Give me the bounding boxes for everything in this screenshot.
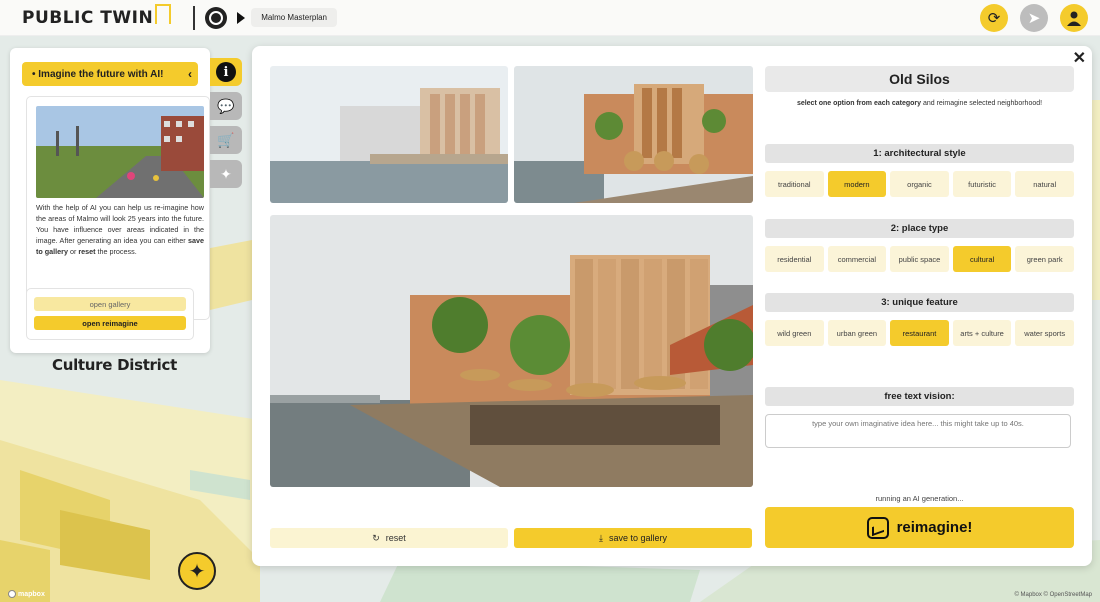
category-heading-architectural-style: 1: architectural style [765,144,1074,163]
mapbox-logo-text: mapbox [18,590,45,598]
logo-house-icon [155,3,172,24]
save-label: save to gallery [608,533,667,543]
open-reimagine-button[interactable]: open reimagine [34,316,186,330]
top-actions: ⟳ ➤ [980,4,1088,32]
save-to-gallery-button[interactable]: ⤓ save to gallery [514,528,752,548]
free-text-input[interactable] [765,414,1071,448]
generated-main-image[interactable] [270,215,753,487]
street-photo [36,106,204,198]
close-icon[interactable]: ✕ [1073,48,1086,68]
option-arts-culture[interactable]: arts + culture [952,320,1012,346]
option-wild-green[interactable]: wild green [765,320,824,346]
option-natural[interactable]: natural [1015,171,1074,197]
panel-description: With the help of AI you can help us re-i… [36,202,204,257]
panel-header-text: • Imagine the future with AI! [32,68,164,80]
locate-button[interactable]: ➤ [1020,4,1048,32]
generation-status: running an AI generation... [875,494,964,503]
option-futuristic[interactable]: futuristic [952,171,1012,197]
open-gallery-button[interactable]: open gallery [34,297,186,311]
refresh-icon: ⟳ [987,10,1001,27]
reset-label: reset [385,533,406,543]
user-icon [1067,11,1081,26]
category-heading-unique-feature: 3: unique feature [765,293,1074,312]
desc-text-1: With the help of AI you can help us re-i… [36,203,204,245]
info-card: With the help of AI you can help us re-i… [26,96,210,320]
category-heading-place-type: 2: place type [765,219,1074,238]
option-organic[interactable]: organic [890,171,949,197]
play-icon [237,11,246,24]
option-traditional[interactable]: traditional [765,171,824,197]
location-title: Old Silos [765,66,1074,92]
mapbox-logo[interactable]: mapbox [8,590,45,598]
location-arrow-icon: ➤ [1027,10,1041,27]
options-place-type: residential commercial public space cult… [765,246,1074,272]
panel-button-group: open gallery open reimagine [26,288,194,340]
option-cultural[interactable]: cultural [952,246,1012,272]
mapbox-logo-icon [8,590,16,598]
tab-sparkles[interactable]: ✦ [210,160,242,188]
globe-icon[interactable] [205,6,228,29]
reimagine-modal: ✕ ↻ reset ⤓ save to gallery Old Silos se… [252,46,1092,566]
image-icon [866,516,889,539]
desc-text-2: or [67,247,79,256]
user-button[interactable] [1060,4,1088,32]
option-green-park[interactable]: green park [1015,246,1074,272]
top-bar: PUBLIC TWIN Malmo Masterplan ⟳ ➤ [0,0,1100,36]
option-urban-green[interactable]: urban green [827,320,887,346]
options-architectural-style: traditional modern organic futuristic na… [765,171,1074,197]
refresh-button[interactable]: ⟳ [980,4,1008,32]
option-restaurant[interactable]: restaurant [890,320,949,346]
generated-thumbnail-2[interactable] [514,66,753,203]
download-icon: ⤓ [598,532,603,543]
reset-icon: ↻ [372,532,380,543]
generated-thumbnail-1[interactable] [270,66,508,203]
sparkles-icon: ✦ [188,560,206,583]
ai-sparkle-button[interactable]: ✦ [178,552,216,590]
panel-header[interactable]: • Imagine the future with AI! ‹ [22,62,198,86]
instructions: select one option from each category and… [765,100,1074,107]
map-attribution[interactable]: © Mapbox © OpenStreetMap [1014,592,1092,598]
desc-text-3: the process. [95,247,137,256]
option-commercial[interactable]: commercial [827,246,887,272]
reset-button[interactable]: ↻ reset [270,528,508,548]
project-selector[interactable]: Malmo Masterplan [251,8,337,27]
logo-text: PUBLIC TWIN [22,7,154,28]
sparkles-icon: ✦ [220,165,232,182]
district-label: Culture District [52,356,177,374]
chevron-left-icon[interactable]: ‹ [188,67,192,81]
side-tabs: i 💬 🛒 ✦ [210,58,242,188]
option-modern[interactable]: modern [827,171,887,197]
option-water-sports[interactable]: water sports [1015,320,1074,346]
tab-cart[interactable]: 🛒 [210,126,242,154]
tab-info[interactable]: i [210,58,242,86]
desc-reset-emphasis: reset [78,247,96,256]
instructions-bold: select one option from each category [796,100,922,107]
topbar-divider [193,5,196,30]
free-text-heading: free text vision: [765,387,1074,406]
option-residential[interactable]: residential [765,246,824,272]
tab-chat[interactable]: 💬 [210,92,242,120]
left-info-panel: • Imagine the future with AI! ‹ With the… [10,48,210,353]
cart-icon: 🛒 [217,131,235,148]
chat-icon: 💬 [217,97,235,114]
options-unique-feature: wild green urban green restaurant arts +… [765,320,1074,346]
option-public-space[interactable]: public space [890,246,949,272]
reimagine-label: reimagine! [896,519,973,536]
reimagine-button[interactable]: reimagine! [765,507,1074,548]
instructions-rest: and reimagine selected neighborhood! [921,100,1043,107]
info-icon: i [216,62,236,82]
app-logo[interactable]: PUBLIC TWIN [22,3,172,28]
